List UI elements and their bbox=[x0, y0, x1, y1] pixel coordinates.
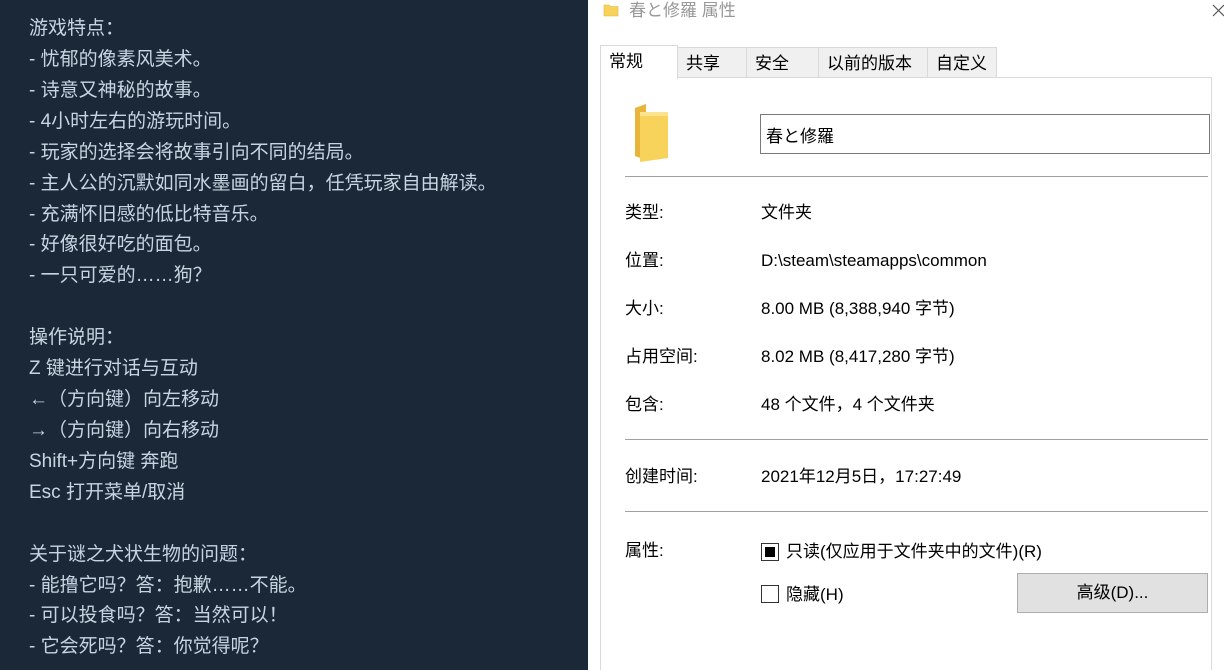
attributes-label: 属性: bbox=[625, 541, 664, 560]
tab-bar: 常规 共享 安全 以前的版本 自定义 bbox=[600, 45, 1212, 79]
location-value: D:\steam\steamapps\common bbox=[761, 251, 987, 270]
description-line: ←（方向键）向左移动 bbox=[29, 389, 220, 410]
indeterminate-mark bbox=[765, 547, 775, 557]
type-label: 类型: bbox=[625, 203, 664, 222]
description-line: - 一只可爱的……狗？ bbox=[29, 265, 212, 286]
size-label: 大小: bbox=[625, 299, 664, 318]
divider bbox=[625, 511, 1208, 512]
window-title: 春と修羅 属性 bbox=[629, 1, 736, 20]
description-line: - 4小时左右的游玩时间。 bbox=[29, 111, 242, 132]
tab-customize[interactable]: 自定义 bbox=[927, 47, 997, 78]
game-description-panel: 游戏特点： - 忧郁的像素风美术。 - 诗意又神秘的故事。 - 4小时左右的游玩… bbox=[0, 0, 588, 670]
readonly-label[interactable]: 只读(仅应用于文件夹中的文件)(R) bbox=[786, 541, 1042, 563]
size-on-disk-label: 占用空间: bbox=[625, 347, 698, 366]
description-line: Esc 打开菜单/取消 bbox=[29, 482, 186, 503]
description-line: 操作说明： bbox=[29, 327, 125, 348]
description-line: - 能撸它吗？答：抱歉……不能。 bbox=[29, 575, 307, 596]
description-line: - 好像很好吃的面包。 bbox=[29, 234, 212, 255]
tab-sharing[interactable]: 共享 bbox=[677, 47, 747, 78]
size-on-disk-value: 8.02 MB (8,417,280 字节) bbox=[761, 347, 955, 366]
description-line: - 可以投食吗？答：当然可以！ bbox=[29, 605, 288, 626]
description-line: - 诗意又神秘的故事。 bbox=[29, 80, 212, 101]
size-value: 8.00 MB (8,388,940 字节) bbox=[761, 299, 955, 318]
readonly-checkbox[interactable] bbox=[761, 543, 779, 561]
location-label: 位置: bbox=[625, 251, 664, 270]
folder-icon bbox=[603, 4, 619, 17]
properties-window: 春と修羅 属性 常规 共享 安全 以前的版本 自定义 bbox=[588, 0, 1224, 670]
type-value: 文件夹 bbox=[761, 203, 812, 222]
created-label: 创建时间: bbox=[625, 467, 698, 486]
description-line: - 主人公的沉默如同水墨画的留白，任凭玩家自由解读。 bbox=[29, 173, 497, 194]
tab-general[interactable]: 常规 bbox=[600, 45, 678, 79]
contains-label: 包含: bbox=[625, 395, 664, 414]
folder-name-input[interactable] bbox=[760, 114, 1210, 154]
description-line: 关于谜之犬状生物的问题： bbox=[29, 544, 258, 565]
tab-previous-versions[interactable]: 以前的版本 bbox=[818, 47, 928, 78]
close-icon[interactable] bbox=[1212, 2, 1224, 18]
title-bar[interactable]: 春と修羅 属性 bbox=[588, 0, 1224, 30]
description-line: - 忧郁的像素风美术。 bbox=[29, 49, 212, 70]
description-line: 游戏特点： bbox=[29, 18, 125, 39]
hidden-label[interactable]: 隐藏(H) bbox=[786, 584, 844, 606]
divider bbox=[625, 439, 1208, 440]
tab-security[interactable]: 安全 bbox=[746, 47, 819, 78]
description-line: Shift+方向键 奔跑 bbox=[29, 451, 179, 472]
folder-large-icon bbox=[635, 104, 668, 162]
description-line: - 玩家的选择会将故事引向不同的结局。 bbox=[29, 142, 364, 163]
description-line: Z 键进行对话与互动 bbox=[29, 358, 198, 379]
description-line: - 充满怀旧感的低比特音乐。 bbox=[29, 204, 269, 225]
divider bbox=[625, 176, 1208, 177]
advanced-button[interactable]: 高级(D)... bbox=[1017, 573, 1208, 613]
hidden-checkbox[interactable] bbox=[761, 585, 779, 603]
contains-value: 48 个文件，4 个文件夹 bbox=[761, 395, 935, 414]
created-value: 2021年12月5日，17:27:49 bbox=[761, 467, 962, 486]
description-line: - 它会死吗？答：你觉得呢？ bbox=[29, 636, 269, 657]
description-line: →（方向键）向右移动 bbox=[29, 420, 220, 441]
